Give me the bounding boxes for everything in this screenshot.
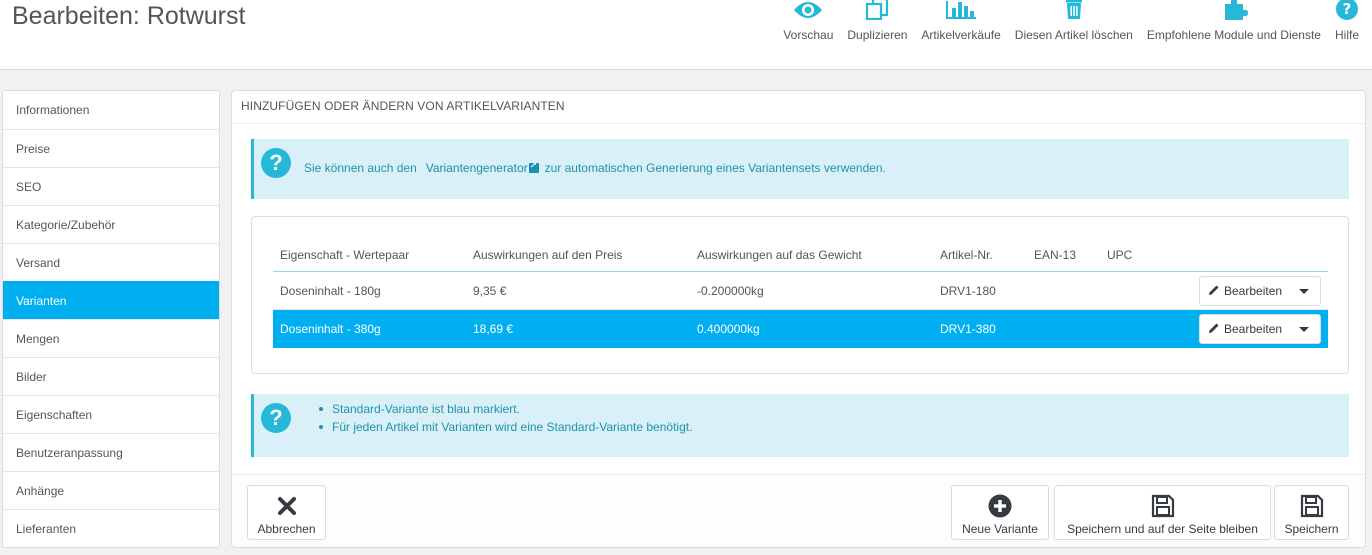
pencil-icon <box>1208 322 1222 337</box>
info-alert: ? Sie können auch den Variantengenerator z… <box>251 139 1349 199</box>
edit-variant-button[interactable]: Bearbeiten <box>1199 314 1321 344</box>
sidebar-item-lieferanten[interactable]: Lieferanten <box>3 509 219 547</box>
info-text: Sie können auch den Variantengenerator zur… <box>304 160 886 175</box>
sidebar-item-mengen[interactable]: Mengen <box>3 319 219 357</box>
cancel-button[interactable]: Abbrechen <box>247 485 326 540</box>
sidebar-item-eigenschaften[interactable]: Eigenschaften <box>3 395 219 433</box>
edit-label: Bearbeiten <box>1224 284 1283 298</box>
row-weight: 0.400000kg <box>697 322 760 336</box>
floppy-icon <box>1300 494 1324 518</box>
row-reference: DRV1-180 <box>940 284 996 298</box>
question-icon: ? <box>261 148 291 178</box>
sidebar-item-preise[interactable]: Preise <box>3 129 219 167</box>
delete-label: Diesen Artikel löschen <box>1014 28 1133 42</box>
info-text-after: zur automatischen Generierung eines Vari… <box>544 161 886 175</box>
page-header: Bearbeiten: Rotwurst Vorschau Dupliziere… <box>0 0 1372 70</box>
bar-chart-icon <box>945 0 977 20</box>
help-icon: ? <box>1335 0 1358 20</box>
col-weight-impact: Auswirkungen auf das Gewicht <box>697 248 862 262</box>
panel-footer: Abbrechen Neue Variante Speichern und au… <box>232 474 1365 547</box>
copy-icon <box>863 0 891 20</box>
sidebar-item-benutzeranpassung[interactable]: Benutzeranpassung <box>3 433 219 471</box>
preview-label: Vorschau <box>783 28 834 42</box>
col-price-impact: Auswirkungen auf den Preis <box>473 248 623 262</box>
notes-alert: ? Standard-Variante ist blau markiert. F… <box>251 394 1349 457</box>
preview-button[interactable]: Vorschau <box>776 0 840 60</box>
product-tabs-sidebar: Informationen Preise SEO Kategorie/Zubeh… <box>2 90 220 548</box>
save-button[interactable]: Speichern <box>1274 485 1349 540</box>
puzzle-icon <box>1219 0 1249 20</box>
save-label: Speichern <box>1284 522 1339 536</box>
sidebar-item-kategorie[interactable]: Kategorie/Zubehör <box>3 205 219 243</box>
sidebar-item-informationen[interactable]: Informationen <box>3 91 219 129</box>
caret-down-icon[interactable] <box>1299 288 1309 294</box>
question-icon: ? <box>261 403 291 433</box>
eye-icon <box>793 0 823 20</box>
new-variant-button[interactable]: Neue Variante <box>951 485 1049 540</box>
info-text-before: Sie können auch den <box>304 161 417 175</box>
sidebar-item-varianten[interactable]: Varianten <box>3 281 219 319</box>
help-button[interactable]: ? Hilfe <box>1328 0 1366 60</box>
delete-button[interactable]: Diesen Artikel löschen <box>1008 0 1140 60</box>
notes-list: Standard-Variante ist blau markiert. Für… <box>318 400 693 436</box>
table-row[interactable]: Doseninhalt - 180g 9,35 € -0.200000kg DR… <box>273 272 1328 310</box>
help-label: Hilfe <box>1334 28 1359 42</box>
row-attribute: Doseninhalt - 180g <box>280 284 381 298</box>
note-item: Für jeden Artikel mit Varianten wird ein… <box>318 420 693 434</box>
modules-button[interactable]: Empfohlene Module und Dienste <box>1140 0 1328 60</box>
col-attribute: Eigenschaft - Wertepaar <box>280 248 410 262</box>
variants-table: Eigenschaft - Wertepaar Auswirkungen auf… <box>251 216 1349 374</box>
variant-generator-link[interactable]: Variantengenerator <box>425 160 539 175</box>
sidebar-item-bilder[interactable]: Bilder <box>3 357 219 395</box>
sidebar-item-anhaenge[interactable]: Anhänge <box>3 471 219 509</box>
floppy-icon <box>1151 494 1175 518</box>
sidebar-item-versand[interactable]: Versand <box>3 243 219 281</box>
pencil-icon <box>1208 284 1222 299</box>
col-upc: UPC <box>1107 248 1133 262</box>
sales-button[interactable]: Artikelverkäufe <box>914 0 1007 60</box>
save-and-stay-label: Speichern und auf der Seite bleiben <box>1067 522 1258 536</box>
svg-text:?: ? <box>1343 0 1352 18</box>
note-item: Standard-Variante ist blau markiert. <box>318 400 692 418</box>
trash-icon <box>1063 0 1085 20</box>
page-scrollbar[interactable] <box>1366 70 1372 555</box>
variants-panel: Hinzufügen oder Ändern von Artikelvarian… <box>231 90 1366 548</box>
sales-label: Artikelverkäufe <box>921 28 1001 42</box>
modules-label: Empfohlene Module und Dienste <box>1146 28 1321 42</box>
row-price: 18,69 € <box>473 322 514 336</box>
edit-label: Bearbeiten <box>1224 322 1283 336</box>
edit-variant-button[interactable]: Bearbeiten <box>1199 276 1321 306</box>
table-header: Eigenschaft - Wertepaar Auswirkungen auf… <box>273 241 1328 272</box>
plus-circle-icon <box>988 494 1012 518</box>
duplicate-label: Duplizieren <box>847 28 908 42</box>
sidebar-item-seo[interactable]: SEO <box>3 167 219 205</box>
new-variant-label: Neue Variante <box>962 522 1038 536</box>
row-reference: DRV1-380 <box>940 322 996 336</box>
table-row-default[interactable]: Doseninhalt - 380g 18,69 € 0.400000kg DR… <box>273 310 1328 348</box>
col-reference: Artikel-Nr. <box>940 248 993 262</box>
row-weight: -0.200000kg <box>697 284 764 298</box>
row-price: 9,35 € <box>473 284 507 298</box>
col-ean13: EAN-13 <box>1034 248 1077 262</box>
variant-generator-label: Variantengenerator <box>425 161 528 175</box>
save-and-stay-button[interactable]: Speichern und auf der Seite bleiben <box>1054 485 1271 540</box>
page-title: Bearbeiten: Rotwurst <box>12 2 246 30</box>
cancel-label: Abbrechen <box>257 522 316 536</box>
duplicate-button[interactable]: Duplizieren <box>840 0 914 60</box>
toolbar: Vorschau Duplizieren Artikelverkäufe Die… <box>776 0 1366 60</box>
close-icon <box>277 494 297 518</box>
external-link-icon <box>528 160 539 173</box>
row-attribute: Doseninhalt - 380g <box>280 322 381 336</box>
panel-heading: Hinzufügen oder Ändern von Artikelvarian… <box>232 91 1365 124</box>
caret-down-icon[interactable] <box>1299 326 1309 332</box>
